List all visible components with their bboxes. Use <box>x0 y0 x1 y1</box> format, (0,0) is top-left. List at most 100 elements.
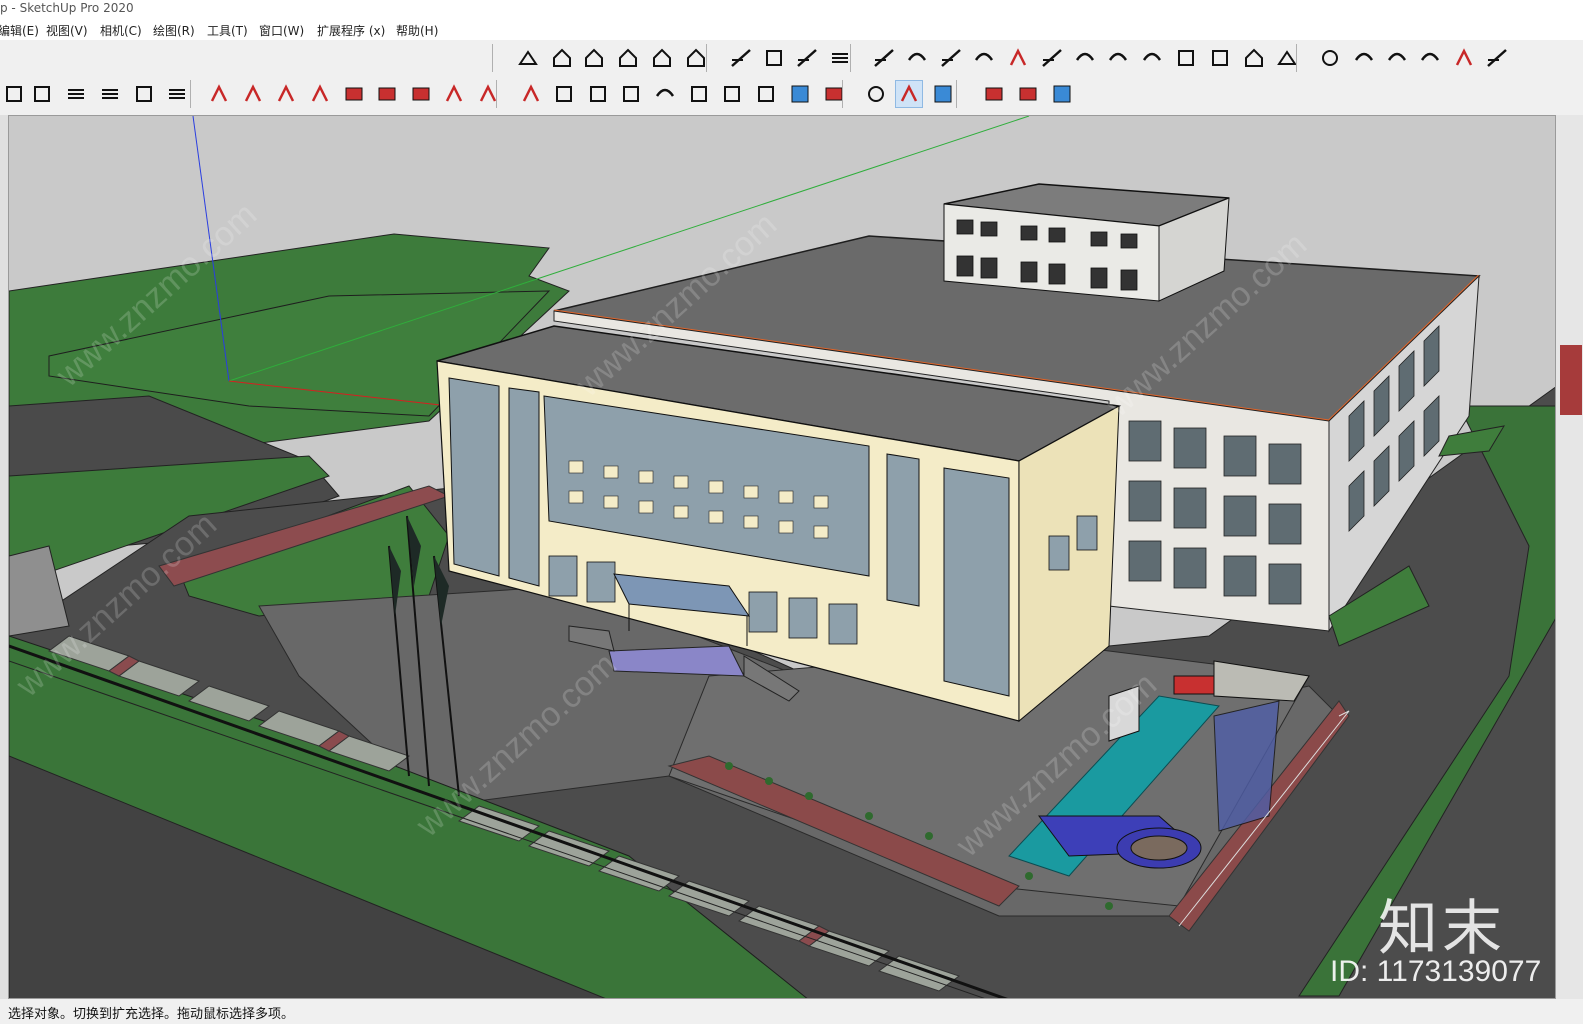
grille-red-icon-glyph <box>102 89 118 99</box>
grid-icon-glyph <box>766 50 782 66</box>
column-icon[interactable] <box>1483 44 1511 72</box>
cube-icon[interactable] <box>0 80 28 108</box>
bend-icon[interactable] <box>617 80 645 108</box>
grille-icon[interactable] <box>62 80 90 108</box>
curve2-icon[interactable] <box>306 80 334 108</box>
stamp-icon[interactable] <box>584 80 612 108</box>
toolbar-separator <box>842 80 843 108</box>
pencil-icon[interactable] <box>1416 44 1444 72</box>
paint-icon[interactable] <box>1014 80 1042 108</box>
plane-icon-glyph <box>345 87 363 101</box>
target-icon[interactable] <box>786 80 814 108</box>
su-red-icon[interactable] <box>895 80 923 108</box>
profile-icon[interactable] <box>1316 44 1344 72</box>
edit-icon[interactable] <box>718 80 746 108</box>
book-icon[interactable] <box>130 80 158 108</box>
wave-icon[interactable] <box>1350 44 1378 72</box>
weld-icon[interactable] <box>870 44 898 72</box>
tent-icon[interactable] <box>550 80 578 108</box>
layers-icon[interactable] <box>1172 44 1200 72</box>
target-icon-glyph <box>791 85 809 103</box>
measure-icon[interactable] <box>820 80 848 108</box>
box3d-icon[interactable] <box>517 80 545 108</box>
store-icon-glyph <box>687 48 705 67</box>
book2-icon[interactable] <box>685 80 713 108</box>
pencil-icon-glyph <box>1420 52 1440 61</box>
house-icon-glyph <box>585 48 603 67</box>
arc-icon[interactable] <box>1004 44 1032 72</box>
curve-icon[interactable] <box>1071 44 1099 72</box>
box-icon[interactable] <box>1240 44 1268 72</box>
weld-icon-glyph <box>874 49 894 67</box>
ruler-icon[interactable] <box>163 80 191 108</box>
toolbar-row-2 <box>0 76 1583 114</box>
lines-icon[interactable] <box>440 80 468 108</box>
slab-icon[interactable] <box>1104 44 1132 72</box>
right-panel-edge[interactable] <box>1556 115 1583 999</box>
menu-edit[interactable]: 编辑(E) <box>0 22 39 39</box>
grille-red-icon[interactable] <box>96 80 124 108</box>
nodes-icon[interactable] <box>407 80 435 108</box>
line-icon-glyph <box>907 52 927 61</box>
plane-icon[interactable] <box>340 80 368 108</box>
ruler-icon-glyph <box>169 89 185 99</box>
toolbar-row-1 <box>0 40 1583 76</box>
menu-camera[interactable]: 相机(C) <box>100 22 142 39</box>
menu-draw[interactable]: 绘图(R) <box>153 22 195 39</box>
menu-extensions[interactable]: 扩展程序 (x) <box>317 22 385 39</box>
box3d-icon-glyph <box>522 84 540 102</box>
slab-icon-glyph <box>1108 52 1128 61</box>
pan-icon-glyph <box>758 86 774 102</box>
entrance-steps <box>608 645 745 677</box>
check-shield-icon-glyph <box>1053 85 1071 103</box>
menu-help[interactable]: 帮助(H) <box>396 22 438 39</box>
model-viewport[interactable]: www.znzmo.com www.znzmo.com www.znzmo.co… <box>8 115 1556 999</box>
open-icon[interactable] <box>614 44 642 72</box>
b-icon[interactable] <box>862 80 890 108</box>
edit-icon-glyph <box>724 86 740 102</box>
house-icon[interactable] <box>580 44 608 72</box>
sign-icon[interactable] <box>651 80 679 108</box>
step-icon[interactable] <box>980 80 1008 108</box>
pan-icon[interactable] <box>752 80 780 108</box>
su-app-icon-glyph <box>934 85 952 103</box>
toolbar-separator <box>492 44 493 72</box>
frame-icon[interactable] <box>28 80 56 108</box>
rotate-icon[interactable] <box>1038 44 1066 72</box>
red-box-icon[interactable] <box>373 80 401 108</box>
menu-tools[interactable]: 工具(T) <box>207 22 248 39</box>
tray-tab-thumbnail[interactable] <box>1560 345 1582 415</box>
spring-icon[interactable] <box>1383 44 1411 72</box>
component-icon-glyph <box>553 48 571 67</box>
su-app-icon[interactable] <box>929 80 957 108</box>
red-check-icon[interactable] <box>205 80 233 108</box>
menu-window[interactable]: 窗口(W) <box>259 22 304 39</box>
ramp-icon[interactable] <box>793 44 821 72</box>
sign-icon-glyph <box>655 88 675 97</box>
spring-icon-glyph <box>1387 52 1407 61</box>
split-icon[interactable] <box>970 44 998 72</box>
arrow-join-icon[interactable] <box>937 44 965 72</box>
watermark-id: ID: 1173139077 <box>1330 955 1542 988</box>
stairs-icon-glyph <box>731 49 751 67</box>
profile-icon-glyph <box>1322 50 1338 66</box>
check-shield-icon[interactable] <box>1048 80 1076 108</box>
open-icon-glyph <box>619 48 637 67</box>
pen-icon[interactable] <box>239 80 267 108</box>
sheet-icon[interactable] <box>474 80 502 108</box>
glass-curtain-left <box>448 377 500 577</box>
frame-icon-glyph <box>34 86 50 102</box>
line-icon[interactable] <box>903 44 931 72</box>
menu-bar: 编辑(E) 视图(V) 相机(C) 绘图(R) 工具(T) 窗口(W) 扩展程序… <box>0 18 1583 40</box>
column-icon-glyph <box>1487 49 1507 67</box>
component-icon[interactable] <box>548 44 576 72</box>
knife-icon[interactable] <box>1138 44 1166 72</box>
stairs-icon[interactable] <box>727 44 755 72</box>
stack-icon[interactable] <box>1206 44 1234 72</box>
home-icon[interactable] <box>648 44 676 72</box>
menu-view[interactable]: 视图(V) <box>46 22 88 39</box>
grid-icon[interactable] <box>760 44 788 72</box>
draw-icon[interactable] <box>272 80 300 108</box>
warehouse-icon[interactable] <box>514 44 542 72</box>
fence-icon[interactable] <box>1450 44 1478 72</box>
